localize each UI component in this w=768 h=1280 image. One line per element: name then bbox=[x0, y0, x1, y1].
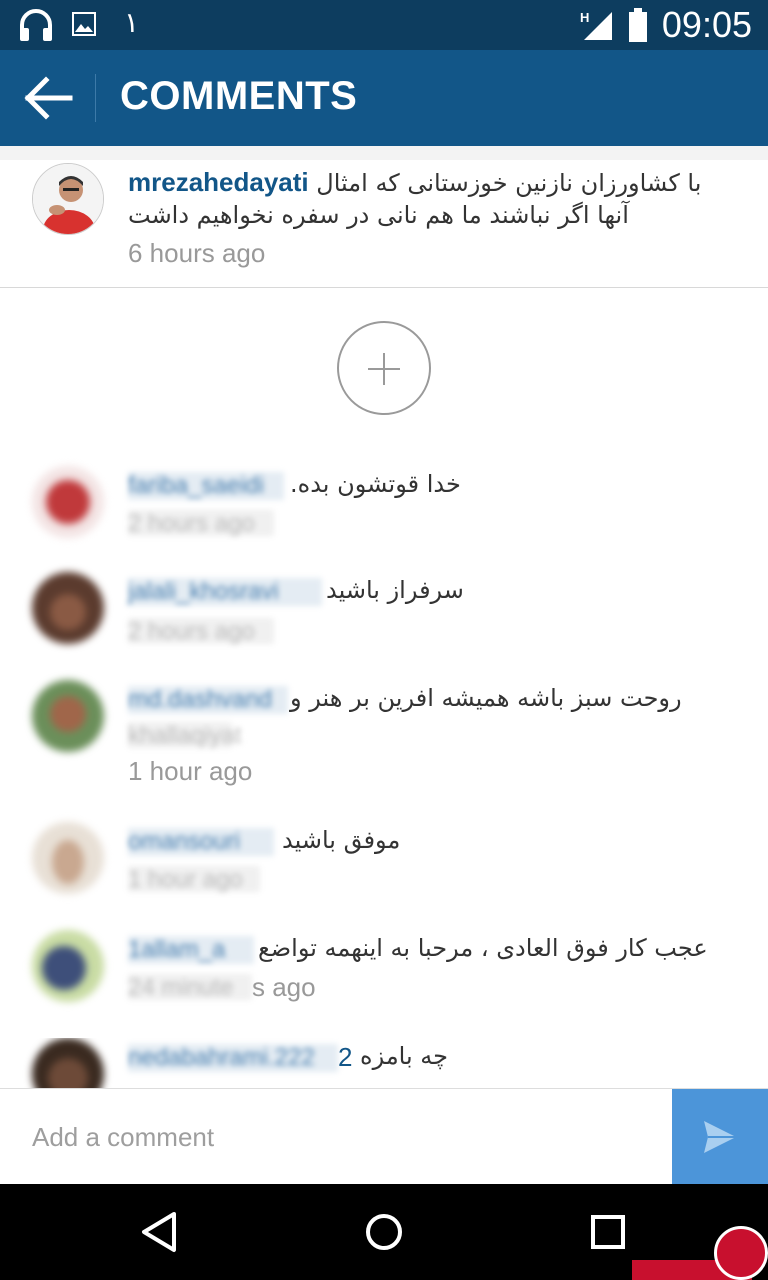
post-caption: mrezahedayati با کشاورزان نازنین خوزستان… bbox=[0, 146, 768, 288]
notification-number: ۱ bbox=[124, 6, 140, 39]
comment-item: 1allam_a عجب کار فوق العادی ، مرحبا به ا… bbox=[0, 930, 768, 1010]
clock: 09:05 bbox=[661, 4, 752, 45]
caption-text: mrezahedayati با کشاورزان نازنین خوزستان… bbox=[128, 166, 718, 231]
comment-text: سرفراز باشید bbox=[326, 576, 464, 604]
comment-username-blurred[interactable]: 1allam_a bbox=[128, 936, 254, 964]
avatar[interactable] bbox=[32, 466, 104, 538]
comment-time-blurred: 24 minute bbox=[128, 974, 252, 1001]
send-button[interactable] bbox=[672, 1089, 768, 1185]
avatar[interactable] bbox=[32, 822, 104, 894]
avatar[interactable] bbox=[32, 572, 104, 644]
caption-time: 6 hours ago bbox=[128, 238, 266, 268]
back-arrow-icon[interactable] bbox=[24, 76, 74, 120]
comment-text: چه بامزه bbox=[360, 1042, 448, 1070]
app-bar: COMMENTS bbox=[0, 50, 768, 146]
comment-time-blurred: 1 hour ago bbox=[128, 866, 260, 893]
comment-username-blurred[interactable]: md.dashvand bbox=[128, 686, 288, 714]
status-bar: ۱ H 09:05 bbox=[0, 0, 768, 50]
battery-icon bbox=[629, 8, 647, 42]
comment-item: nedabahrami.222 2 چه بامزه bbox=[0, 1038, 768, 1088]
load-more-button[interactable] bbox=[337, 321, 431, 415]
comment-username-blurred[interactable]: fariba_saeidi bbox=[128, 472, 284, 500]
comment-input-bar bbox=[0, 1088, 768, 1185]
comment-time: 1 hour ago bbox=[128, 756, 253, 786]
comment-username-tail[interactable]: 2 bbox=[338, 1042, 352, 1073]
watermark-logo bbox=[632, 1222, 768, 1280]
send-icon bbox=[704, 1121, 736, 1153]
comment-text-blurred-continuation: khallaqiyat bbox=[128, 722, 242, 749]
comment-text: عجب کار فوق العادی ، مرحبا به اینهمه توا… bbox=[258, 934, 708, 962]
avatar[interactable] bbox=[32, 930, 104, 1002]
caption-username[interactable]: mrezahedayati bbox=[128, 167, 309, 197]
comment-text: موفق باشید bbox=[282, 826, 401, 854]
avatar-image bbox=[33, 164, 103, 234]
caption-header-strip bbox=[0, 146, 768, 160]
comment-text: خدا قوتشون بده. bbox=[290, 470, 461, 498]
network-type: H bbox=[580, 10, 589, 25]
comment-item: fariba_saeidi خدا قوتشون بده. 2 hours ag… bbox=[0, 466, 768, 546]
comment-item: jalali_khosravi سرفراز باشید 2 hours ago bbox=[0, 572, 768, 652]
comment-username-blurred[interactable]: nedabahrami.222 bbox=[128, 1044, 338, 1072]
comment-item: omansouri موفق باشید 1 hour ago bbox=[0, 822, 768, 902]
avatar[interactable] bbox=[32, 1038, 104, 1088]
headphones-icon bbox=[20, 9, 52, 41]
back-triangle-icon[interactable] bbox=[136, 1208, 184, 1256]
watermark-circle bbox=[714, 1226, 768, 1280]
comment-input[interactable] bbox=[0, 1089, 672, 1185]
page-title: COMMENTS bbox=[120, 74, 358, 118]
comment-time-suffix: s ago bbox=[252, 972, 316, 1002]
comment-item: md.dashvand روحت سبز باشه همیشه افرین بر… bbox=[0, 680, 768, 790]
comment-username-blurred[interactable]: omansouri bbox=[128, 828, 274, 856]
comment-time-blurred: 2 hours ago bbox=[128, 510, 274, 537]
signal-icon: H bbox=[580, 10, 612, 40]
comment-text: روحت سبز باشه همیشه افرین بر هنر و bbox=[290, 684, 682, 712]
avatar[interactable] bbox=[32, 680, 104, 752]
home-circle-icon[interactable] bbox=[360, 1208, 408, 1256]
comment-time-blurred: 2 hours ago bbox=[128, 618, 274, 645]
divider bbox=[95, 74, 96, 122]
image-icon bbox=[72, 12, 96, 36]
comment-username-blurred[interactable]: jalali_khosravi bbox=[128, 578, 322, 606]
recents-square-icon[interactable] bbox=[584, 1208, 632, 1256]
avatar[interactable] bbox=[32, 163, 104, 235]
